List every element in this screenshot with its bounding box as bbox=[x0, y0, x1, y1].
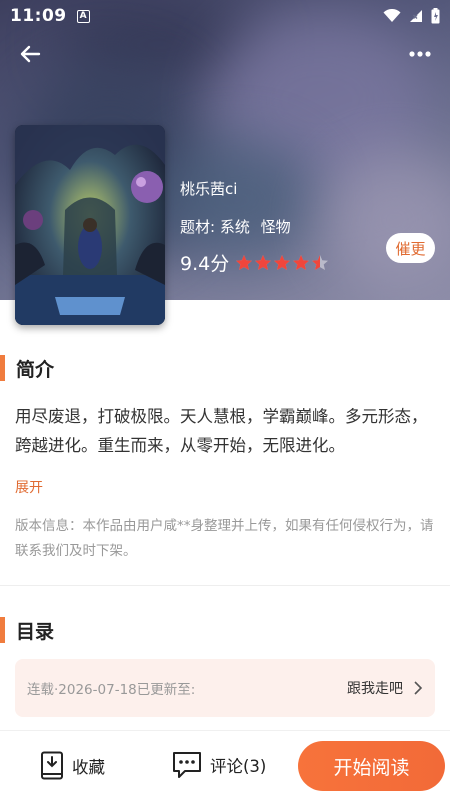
status-bar: 11:09 A bbox=[0, 0, 450, 32]
signal-icon bbox=[410, 10, 422, 22]
back-button[interactable] bbox=[14, 38, 46, 70]
back-arrow-icon bbox=[20, 45, 41, 63]
toc-section-header: 目录 bbox=[0, 617, 54, 643]
latest-chapter-title: 跟我走吧 bbox=[347, 681, 403, 697]
more-dots-icon bbox=[409, 51, 431, 57]
comment-bubble-icon bbox=[173, 752, 201, 778]
star-icon bbox=[255, 255, 272, 270]
latest-chapter-card[interactable]: 连载·2026-07-18已更新至: 跟我走吧 bbox=[15, 659, 435, 717]
expand-link[interactable]: 展开 bbox=[15, 477, 43, 497]
bottom-action-bar: 收藏 评论(3) 开始阅读 bbox=[0, 730, 450, 800]
star-icon bbox=[293, 255, 310, 270]
book-info: 桃乐茜ci 题材: 系统 怪物 9.4分 bbox=[180, 178, 329, 276]
genre-label: 题材: bbox=[180, 218, 216, 236]
synopsis-section-header: 简介 bbox=[0, 355, 54, 381]
book-author[interactable]: 桃乐茜ci bbox=[180, 178, 329, 199]
section-divider bbox=[0, 585, 450, 586]
notification-a-icon: A bbox=[76, 9, 90, 23]
star-icon bbox=[274, 255, 291, 270]
top-navigation-bar bbox=[0, 32, 450, 76]
rating-score: 9.4分 bbox=[180, 253, 230, 275]
update-status: 连载·2026-07-18已更新至: bbox=[27, 682, 196, 698]
favorite-button[interactable]: 收藏 bbox=[40, 751, 105, 781]
rating-row: 9.4分 bbox=[180, 249, 329, 276]
rating-stars bbox=[235, 254, 329, 271]
bookmark-book-icon bbox=[41, 751, 63, 780]
copyright-notice: 版本信息：本作品由用户咸**身整理并上传，如果有任何侵权行为，请联系我们及时下架… bbox=[15, 518, 434, 559]
section-accent-bar bbox=[0, 355, 5, 381]
toc-title: 目录 bbox=[16, 620, 55, 643]
comment-button[interactable]: 评论(3) bbox=[172, 751, 266, 779]
start-reading-button[interactable]: 开始阅读 bbox=[298, 741, 445, 791]
genre-tag: 怪物 bbox=[260, 218, 291, 236]
comment-label: 评论(3) bbox=[210, 757, 267, 776]
section-accent-bar bbox=[0, 617, 5, 643]
wifi-icon bbox=[383, 9, 401, 22]
genre-tag: 系统 bbox=[219, 218, 250, 236]
star-icon bbox=[312, 255, 329, 270]
book-genre: 题材: 系统 怪物 bbox=[180, 216, 329, 237]
synopsis-title: 简介 bbox=[16, 358, 55, 381]
synopsis-text: 用尽废退，打破极限。天人慧根，学霸巅峰。多元形态，跨越进化。重生而来，从零开始，… bbox=[15, 407, 428, 455]
book-detail-page: 11:09 A 桃乐茜ci 题材: 系统 怪物 9.4分 催更 简介 用尽废退，… bbox=[0, 0, 450, 800]
more-options-button[interactable] bbox=[404, 38, 436, 70]
battery-icon bbox=[431, 8, 440, 24]
favorite-label: 收藏 bbox=[72, 758, 105, 777]
star-icon bbox=[236, 255, 253, 270]
status-time: 11:09 bbox=[10, 6, 67, 26]
chevron-right-icon bbox=[413, 681, 423, 695]
book-cover-image[interactable] bbox=[15, 125, 165, 325]
urge-update-button[interactable]: 催更 bbox=[386, 233, 435, 263]
